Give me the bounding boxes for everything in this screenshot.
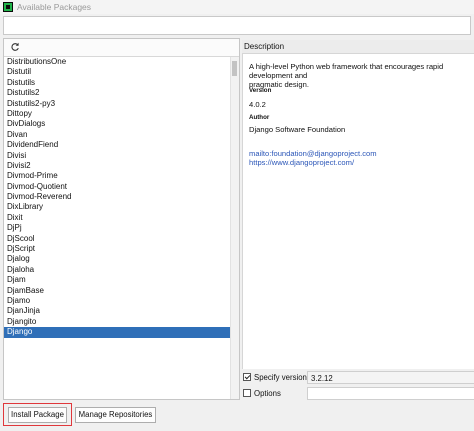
package-list-item[interactable]: DjPj xyxy=(4,223,231,233)
specify-version-label: Specify version xyxy=(254,373,307,382)
window-title: Available Packages xyxy=(17,2,92,12)
pycharm-app-icon xyxy=(3,2,13,12)
package-list-item[interactable]: DjScool xyxy=(4,234,231,244)
search-input[interactable] xyxy=(4,17,470,34)
author-value: Django Software Foundation xyxy=(249,125,346,134)
title-bar: Available Packages xyxy=(0,0,474,14)
version-value: 4.0.2 xyxy=(249,100,266,109)
package-list-item[interactable]: Distutil xyxy=(4,67,231,77)
email-link[interactable]: mailto:foundation@djangoproject.com xyxy=(249,149,377,158)
version-label: Version xyxy=(249,87,272,94)
package-list-item[interactable]: DjamBase xyxy=(4,286,231,296)
description-body: A high-level Python web framework that e… xyxy=(242,54,474,369)
specify-version-checkbox[interactable] xyxy=(243,373,251,381)
package-list-item[interactable]: Divmod-Prime xyxy=(4,171,231,181)
options-input[interactable] xyxy=(307,387,474,400)
package-list[interactable]: DistributionsOne Distutil Distutils Distuti… xyxy=(4,57,231,399)
package-list-scrollbar[interactable] xyxy=(230,57,239,399)
package-list-item[interactable]: Divisi2 xyxy=(4,161,231,171)
description-text: A high-level Python web framework that e… xyxy=(249,62,474,90)
package-list-item[interactable]: Djaloha xyxy=(4,265,231,275)
specify-version-row: Specify version 3.2.12 xyxy=(242,371,474,385)
package-list-item[interactable]: Dittopy xyxy=(4,109,231,119)
description-header: Description xyxy=(242,40,474,54)
scrollbar-thumb[interactable] xyxy=(232,61,237,76)
options-label: Options xyxy=(254,389,281,398)
description-text-line2: pragmatic design. xyxy=(249,80,309,90)
package-list-item[interactable]: Divan xyxy=(4,130,231,140)
package-list-item[interactable]: DivDialogs xyxy=(4,119,231,129)
package-list-item[interactable]: DividendFiend xyxy=(4,140,231,150)
package-list-item[interactable]: Distutils2-py3 xyxy=(4,99,231,109)
package-list-item[interactable]: Djangito xyxy=(4,317,231,327)
website-link[interactable]: https://www.djangoproject.com/ xyxy=(249,158,354,167)
description-panel: Description A high-level Python web fram… xyxy=(242,38,474,400)
package-list-item[interactable]: DixLibrary xyxy=(4,202,231,212)
install-package-button[interactable]: Install Package xyxy=(8,407,67,423)
version-select[interactable]: 3.2.12 xyxy=(307,371,474,384)
refresh-icon[interactable] xyxy=(10,42,20,52)
description-header-label: Description xyxy=(244,42,285,51)
package-list-item[interactable]: DjScript xyxy=(4,244,231,254)
options-checkbox[interactable] xyxy=(243,389,251,397)
package-list-item[interactable]: Distutils xyxy=(4,78,231,88)
package-list-item[interactable]: Divmod-Reverend xyxy=(4,192,231,202)
package-list-item[interactable]: Django xyxy=(4,327,231,338)
package-list-item[interactable]: DistributionsOne xyxy=(4,57,231,67)
package-list-item[interactable]: Djalog xyxy=(4,254,231,264)
package-list-item[interactable]: Divisi xyxy=(4,151,231,161)
description-text-line1: A high-level Python web framework that e… xyxy=(249,62,444,81)
package-list-item[interactable]: Djam xyxy=(4,275,231,285)
package-list-item[interactable]: DjanJinja xyxy=(4,306,231,316)
author-label: Author xyxy=(249,114,270,121)
package-list-item[interactable]: Distutils2 xyxy=(4,88,231,98)
package-list-item[interactable]: Djamo xyxy=(4,296,231,306)
package-search-field[interactable] xyxy=(3,16,471,35)
options-row: Options xyxy=(242,387,474,401)
manage-repositories-button[interactable]: Manage Repositories xyxy=(75,407,156,423)
package-list-panel: DistributionsOne Distutil Distutils Distuti… xyxy=(3,38,240,400)
list-toolbar xyxy=(4,39,239,57)
version-select-value: 3.2.12 xyxy=(311,374,333,383)
package-list-item[interactable]: Dixit xyxy=(4,213,231,223)
package-list-item[interactable]: Divmod-Quotient xyxy=(4,182,231,192)
